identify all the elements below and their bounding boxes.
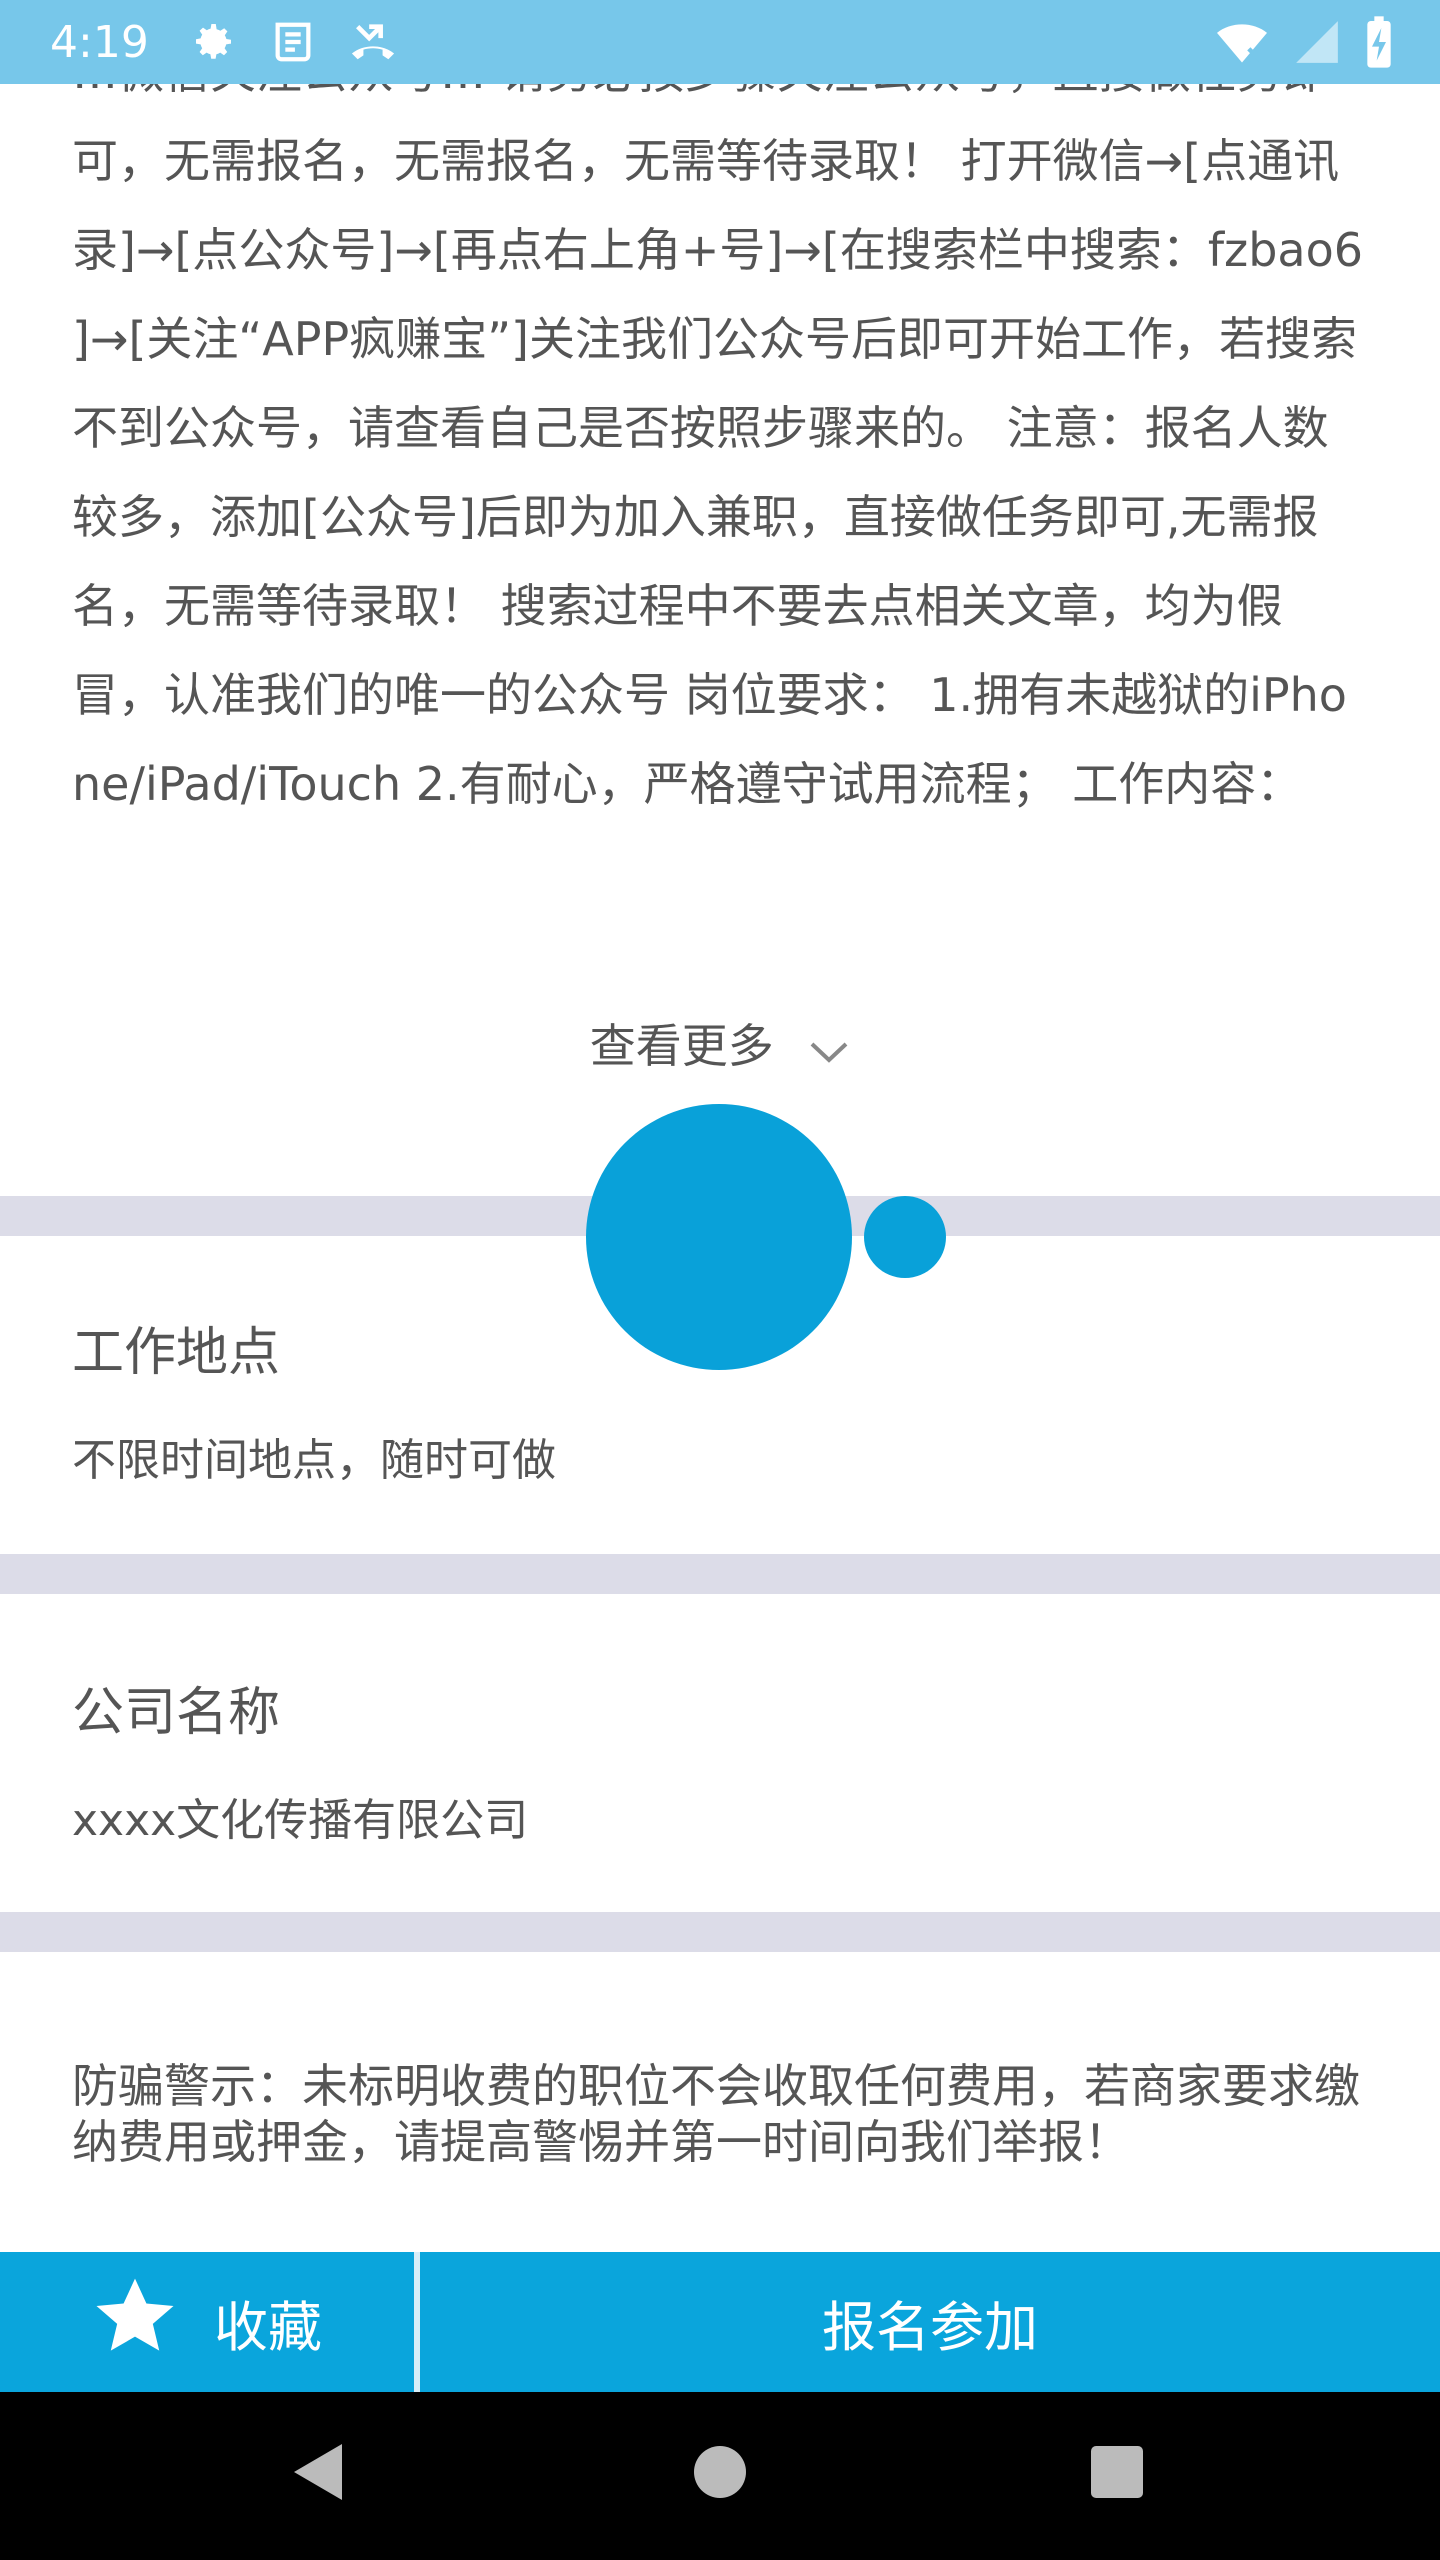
- job-description: …微信关注公众号… 请务必按步骤关注公众号，直接做任务即可，无需报名，无需报名，…: [72, 84, 1372, 984]
- location-title: 工作地点: [72, 1323, 281, 1383]
- floating-bubble[interactable]: [586, 1104, 852, 1370]
- see-more-label: 查看更多: [589, 1019, 774, 1073]
- status-time: 4:19: [50, 16, 149, 68]
- favorite-label: 收藏: [214, 2295, 322, 2359]
- chevron-down-icon: [808, 1023, 850, 1077]
- news-icon: [265, 14, 321, 70]
- apply-label: 报名参加: [822, 2295, 1038, 2359]
- wifi-icon: [1214, 17, 1270, 71]
- gear-icon: [185, 14, 241, 70]
- company-title: 公司名称: [72, 1683, 281, 1743]
- floating-bubble-small[interactable]: [864, 1196, 946, 1278]
- status-bar: 4:19: [0, 0, 1440, 84]
- home-icon[interactable]: [693, 2440, 747, 2508]
- signal-icon: [1292, 17, 1342, 71]
- section-divider: [0, 1554, 1440, 1594]
- company-value: xxxx文化传播有限公司: [72, 1795, 529, 1846]
- status-right: [1214, 14, 1394, 74]
- job-description-text: …微信关注公众号… 请务必按步骤关注公众号，直接做任务即可，无需报名，无需报名，…: [72, 84, 1363, 811]
- battery-icon: [1364, 14, 1394, 74]
- fraud-warning: 防骗警示：未标明收费的职位不会收取任何费用，若商家要求缴纳费用或押金，请提高警惕…: [72, 2059, 1360, 2169]
- recents-icon[interactable]: [1090, 2440, 1144, 2508]
- star-icon: [92, 2275, 178, 2370]
- apply-button[interactable]: 报名参加: [420, 2252, 1440, 2392]
- system-nav-bar: [0, 2392, 1440, 2560]
- back-icon[interactable]: [290, 2440, 346, 2508]
- missed-call-icon: [345, 14, 401, 70]
- see-more-button[interactable]: 查看更多: [0, 1010, 1440, 1077]
- location-value: 不限时间地点，随时可做: [72, 1435, 556, 1486]
- favorite-button[interactable]: 收藏: [0, 2252, 420, 2392]
- section-divider: [0, 1912, 1440, 1952]
- action-bar: 收藏 报名参加: [0, 2252, 1440, 2392]
